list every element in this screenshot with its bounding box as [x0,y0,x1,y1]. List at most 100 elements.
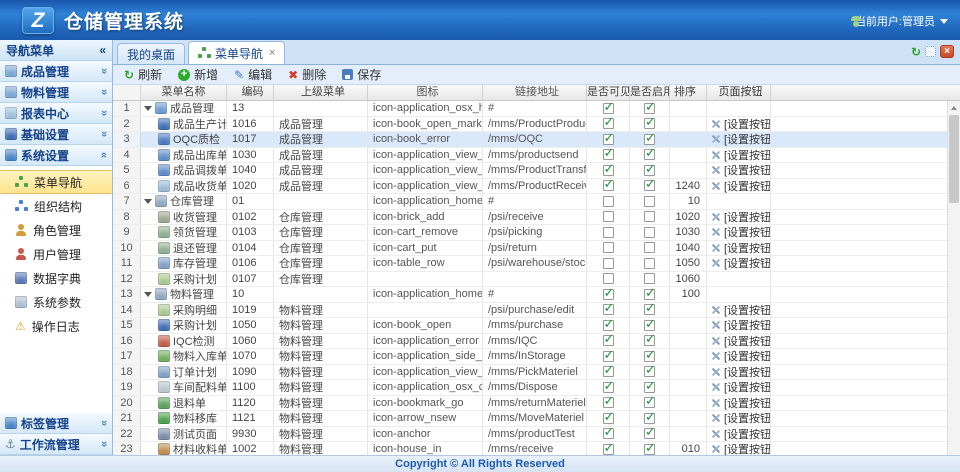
visible-checkbox[interactable] [603,103,614,114]
table-row[interactable]: 12采购计划0107仓库管理1060 [113,272,960,288]
column-header[interactable]: 图标 [368,85,483,101]
set-buttons-link[interactable]: [设置按钮] [711,334,771,349]
visible-checkbox[interactable] [603,165,614,176]
table-row[interactable]: 19车间配料单1100物料管理icon-application_osx_casc… [113,380,960,396]
table-row[interactable]: 3OQC质检1017成品管理icon-book_error/mms/OQC[设置… [113,132,960,148]
edit-button[interactable]: ✎编辑 [228,66,278,84]
visible-checkbox[interactable] [603,134,614,145]
enabled-checkbox[interactable] [644,413,655,424]
collapse-sidebar-icon[interactable]: « [99,43,106,57]
visible-checkbox[interactable] [603,227,614,238]
table-row[interactable]: 11库存管理0106仓库管理icon-table_row/psi/warehou… [113,256,960,272]
enabled-checkbox[interactable] [644,397,655,408]
set-buttons-link[interactable]: [设置按钮] [711,318,771,333]
vertical-scrollbar[interactable] [947,101,960,455]
panel-maximize-icon[interactable] [925,46,936,57]
set-buttons-link[interactable]: [设置按钮] [711,132,771,147]
visible-checkbox[interactable] [603,196,614,207]
visible-checkbox[interactable] [603,444,614,455]
delete-button[interactable]: ✖删除 [282,66,332,84]
current-user-menu[interactable]: 当前用户:管理员 [850,13,948,29]
set-buttons-link[interactable]: [设置按钮] [711,117,771,132]
chevron-down-icon[interactable]: » [98,89,110,95]
column-header[interactable]: 页面按钮 [707,85,771,101]
visible-checkbox[interactable] [603,211,614,222]
visible-checkbox[interactable] [603,242,614,253]
expand-icon[interactable] [144,106,152,111]
panel-refresh-icon[interactable]: ↻ [911,46,921,58]
chevron-down-icon[interactable]: » [98,420,110,426]
set-buttons-link[interactable]: [设置按钮] [711,442,771,455]
visible-checkbox[interactable] [603,289,614,300]
table-row[interactable]: 9领货管理0103仓库管理icon-cart_remove/psi/pickin… [113,225,960,241]
set-buttons-link[interactable]: [设置按钮] [711,225,771,240]
enabled-checkbox[interactable] [644,444,655,455]
column-header[interactable]: 是否可见 [587,85,630,101]
enabled-checkbox[interactable] [644,366,655,377]
sidebar-item-menu-nav[interactable]: 菜单导航 [0,170,112,194]
visible-checkbox[interactable] [603,304,614,315]
enabled-checkbox[interactable] [644,165,655,176]
table-row[interactable]: 4成品出库单1030成品管理icon-application_view_tile… [113,148,960,164]
save-button[interactable]: 保存 [336,66,387,84]
expand-icon[interactable] [144,199,152,204]
enabled-checkbox[interactable] [644,196,655,207]
enabled-checkbox[interactable] [644,103,655,114]
sidebar-group-report-center[interactable]: 报表中心» [0,103,112,124]
visible-checkbox[interactable] [603,428,614,439]
enabled-checkbox[interactable] [644,258,655,269]
enabled-checkbox[interactable] [644,289,655,300]
tab-menu-nav[interactable]: 菜单导航× [188,41,285,64]
chevron-up-icon[interactable]: » [98,152,110,158]
enabled-checkbox[interactable] [644,273,655,284]
visible-checkbox[interactable] [603,335,614,346]
sidebar-group-system-settings[interactable]: 系统设置» [0,145,112,166]
set-buttons-link[interactable]: [设置按钮] [711,396,771,411]
visible-checkbox[interactable] [603,351,614,362]
sidebar-item-user-mgmt[interactable]: 用户管理 [0,242,112,266]
enabled-checkbox[interactable] [644,351,655,362]
sidebar-group-product-mgmt[interactable]: 成品管理» [0,61,112,82]
chevron-down-icon[interactable]: » [98,110,110,116]
table-row[interactable]: 8收货管理0102仓库管理icon-brick_add/psi/receive1… [113,210,960,226]
visible-checkbox[interactable] [603,273,614,284]
visible-checkbox[interactable] [603,366,614,377]
enabled-checkbox[interactable] [644,149,655,160]
enabled-checkbox[interactable] [644,134,655,145]
sidebar-group-workflow-mgmt[interactable]: ⚓工作流管理» [0,434,112,455]
set-buttons-link[interactable]: [设置按钮] [711,179,771,194]
enabled-checkbox[interactable] [644,304,655,315]
enabled-checkbox[interactable] [644,320,655,331]
set-buttons-link[interactable]: [设置按钮] [711,349,771,364]
chevron-down-icon[interactable]: » [98,131,110,137]
visible-checkbox[interactable] [603,118,614,129]
table-row[interactable]: 21物料移库1121物料管理icon-arrow_nsew/mms/MoveMa… [113,411,960,427]
enabled-checkbox[interactable] [644,428,655,439]
set-buttons-link[interactable]: [设置按钮] [711,148,771,163]
column-header[interactable]: 是否启用 [630,85,670,101]
visible-checkbox[interactable] [603,397,614,408]
enabled-checkbox[interactable] [644,211,655,222]
table-row[interactable]: 16IQC检测1060物料管理icon-application_error/mm… [113,334,960,350]
sidebar-item-data-dict[interactable]: 数据字典 [0,266,112,290]
add-button[interactable]: +新增 [172,66,224,84]
table-row[interactable]: 5成品调拨单1040成品管理icon-application_view_icon… [113,163,960,179]
visible-checkbox[interactable] [603,149,614,160]
set-buttons-link[interactable]: [设置按钮] [711,427,771,442]
enabled-checkbox[interactable] [644,180,655,191]
table-row[interactable]: 18订单计划1090物料管理icon-application_view_deta… [113,365,960,381]
table-row[interactable]: 23材料收料单1002物料管理icon-house_in/mms/receive… [113,442,960,455]
column-header[interactable]: 菜单名称 [141,85,227,101]
column-header[interactable]: 链接地址 [483,85,587,101]
sidebar-group-label-mgmt[interactable]: 标签管理» [0,413,112,434]
visible-checkbox[interactable] [603,413,614,424]
column-header[interactable]: 排序 [670,85,707,101]
enabled-checkbox[interactable] [644,227,655,238]
visible-checkbox[interactable] [603,180,614,191]
expand-icon[interactable] [144,292,152,297]
panel-close-icon[interactable]: × [940,45,954,58]
enabled-checkbox[interactable] [644,118,655,129]
table-row[interactable]: 13物料管理10icon-application_home#100 [113,287,960,303]
set-buttons-link[interactable]: [设置按钮] [711,365,771,380]
table-row[interactable]: 17物料入库单1070物料管理icon-application_side_exp… [113,349,960,365]
